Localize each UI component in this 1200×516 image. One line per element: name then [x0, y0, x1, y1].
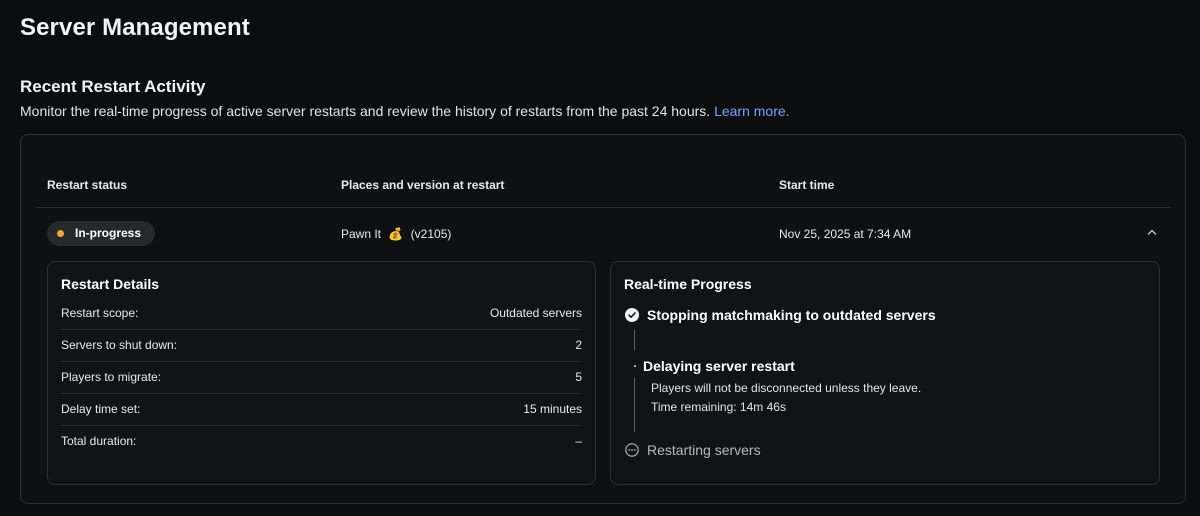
- progress-connector: [634, 378, 635, 432]
- header-divider: [36, 207, 1170, 208]
- detail-label: Total duration:: [61, 434, 137, 448]
- column-header-start-time: Start time: [779, 178, 835, 192]
- column-header-restart-status: Restart status: [47, 178, 128, 192]
- detail-value: –: [575, 434, 582, 448]
- time-remaining: Time remaining: 14m 46s: [651, 400, 786, 414]
- detail-label: Restart scope:: [61, 306, 139, 320]
- place-version: (v2105): [410, 227, 452, 241]
- detail-row-delay-time-set: Delay time set: 15 minutes: [61, 394, 582, 426]
- detail-value: 2: [575, 338, 582, 352]
- start-time-cell: Nov 25, 2025 at 7:34 AM: [779, 227, 912, 241]
- section-description-text: Monitor the real-time progress of active…: [20, 103, 711, 119]
- realtime-progress-title: Real-time Progress: [624, 276, 752, 292]
- status-label: In-progress: [75, 226, 142, 240]
- step-stopping-matchmaking: Stopping matchmaking to outdated servers: [647, 307, 936, 323]
- status-badge: In-progress: [47, 221, 156, 246]
- detail-value: 15 minutes: [523, 402, 582, 416]
- status-dot: [57, 230, 64, 237]
- detail-value: 5: [575, 370, 582, 384]
- detail-row-players-to-migrate: Players to migrate: 5: [61, 362, 582, 394]
- chevron-up-icon: [1147, 229, 1157, 235]
- detail-row-restart-scope: Restart scope: Outdated servers: [61, 298, 582, 330]
- step-delaying-restart: Delaying server restart: [643, 358, 795, 374]
- page-title: Server Management: [20, 14, 250, 41]
- restart-details-title: Restart Details: [61, 276, 160, 292]
- collapse-row-button[interactable]: [1145, 223, 1159, 241]
- section-title: Recent Restart Activity: [20, 77, 206, 96]
- money-bag-icon: 💰: [388, 227, 404, 241]
- step-restarting-servers: Restarting servers: [647, 442, 761, 458]
- step-note: Players will not be disconnected unless …: [651, 381, 922, 395]
- check-circle-icon: [625, 308, 639, 322]
- detail-label: Players to migrate:: [61, 370, 162, 384]
- place-version-cell: Pawn It 💰 (v2105): [341, 227, 451, 241]
- more-circle-icon: [625, 443, 639, 457]
- detail-row-servers-to-shut-down: Servers to shut down: 2: [61, 330, 582, 362]
- detail-label: Delay time set:: [61, 402, 141, 416]
- learn-more-link[interactable]: Learn more.: [714, 103, 789, 119]
- section-description: Monitor the real-time progress of active…: [20, 103, 790, 119]
- detail-row-total-duration: Total duration: –: [61, 426, 582, 458]
- place-name: Pawn It: [341, 227, 382, 241]
- restart-activity-panel: Restart status Places and version at res…: [20, 134, 1186, 504]
- detail-value: Outdated servers: [489, 306, 582, 320]
- active-step-dot: [634, 365, 636, 367]
- realtime-progress-card: Real-time Progress Stopping matchmaking …: [610, 261, 1160, 485]
- detail-label: Servers to shut down:: [61, 338, 178, 352]
- restart-details-card: Restart Details Restart scope: Outdated …: [47, 261, 596, 485]
- progress-connector: [634, 330, 635, 350]
- column-header-places: Places and version at restart: [341, 178, 505, 192]
